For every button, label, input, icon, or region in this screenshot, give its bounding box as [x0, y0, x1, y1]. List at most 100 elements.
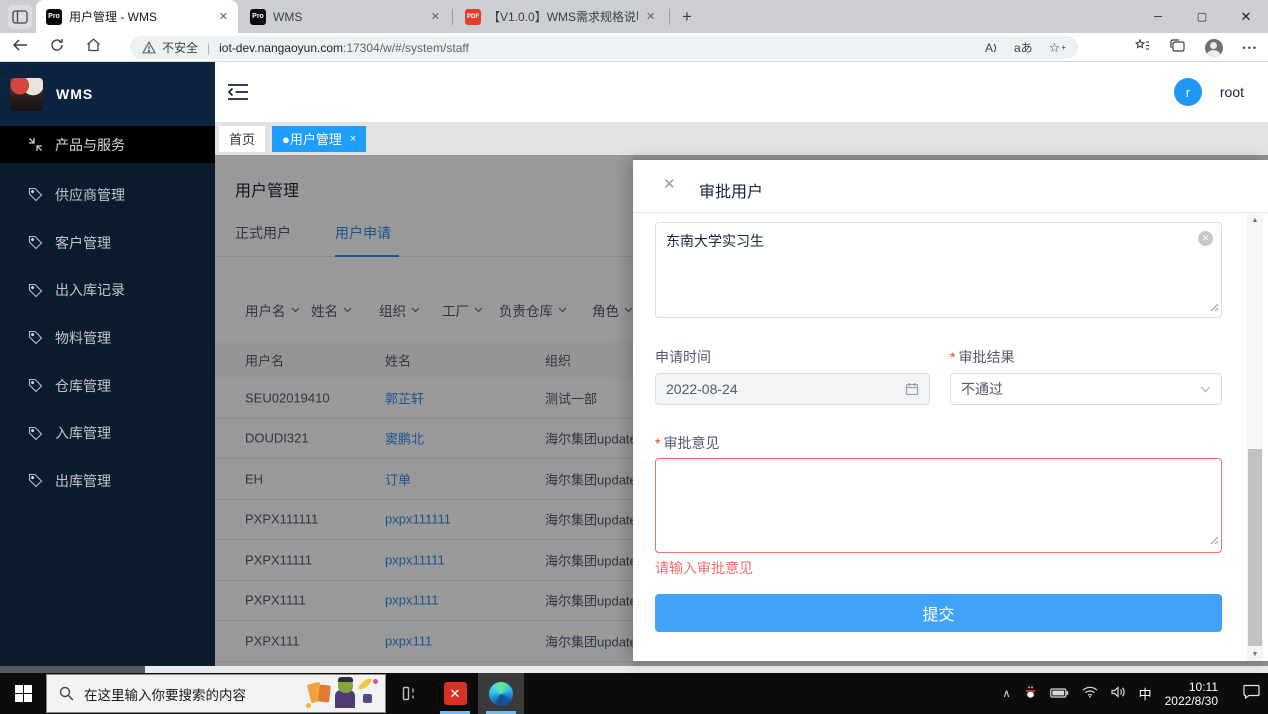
tray-expand-icon[interactable]: ∧ [1003, 687, 1011, 700]
tab-close-icon[interactable]: ✕ [219, 10, 228, 23]
chevron-down-icon [1200, 386, 1211, 393]
sidebar-item-outbound[interactable]: 出库管理 [0, 457, 215, 505]
description-textarea[interactable]: 东南大学实习生 ✕ [655, 222, 1222, 318]
sidebar-item-warehouses[interactable]: 仓库管理 [0, 362, 215, 410]
app-window-icon[interactable] [386, 673, 432, 714]
main-content: 用户管理 正式用户 用户申请 用户名 姓名 组织 工厂 负责仓库 角色 用户名 … [215, 155, 1268, 666]
shrink-icon [28, 137, 43, 152]
result-select[interactable]: 不通过 [950, 373, 1222, 405]
tag-icon [28, 330, 43, 345]
tab-actions-icon [12, 10, 28, 24]
clear-input-icon[interactable]: ✕ [1198, 231, 1213, 246]
close-window-button[interactable]: ✕ [1224, 0, 1268, 33]
translate-icon[interactable]: aあ [1014, 39, 1033, 56]
calendar-icon [905, 382, 919, 396]
result-label: *审批结果 [950, 347, 1014, 367]
sidebar-item-materials[interactable]: 物料管理 [0, 314, 215, 362]
sidebar-item-label: 出库管理 [55, 471, 111, 491]
scrollbar-thumb[interactable] [1248, 449, 1262, 646]
scroll-up-icon[interactable]: ▲ [1247, 213, 1263, 227]
security-label[interactable]: 不安全 [162, 39, 198, 56]
tab-divider [669, 9, 670, 25]
sidebar-item-label: 供应商管理 [55, 185, 125, 205]
tag-icon [28, 378, 43, 393]
sidebar-item-label: 入库管理 [55, 423, 111, 443]
browser-menu-icon[interactable]: ••• [1243, 43, 1258, 53]
tab-title: 【V1.0.0】WMS需求规格说明书 [488, 8, 638, 25]
window-controls: ─ ▢ ✕ [1136, 0, 1268, 33]
wifi-icon[interactable] [1082, 685, 1098, 703]
tag-icon [28, 473, 43, 488]
tag-icon [28, 283, 43, 298]
edge-browser-icon[interactable] [478, 673, 524, 714]
red-x-app-icon[interactable]: ✕ [432, 673, 478, 714]
collections-icon[interactable] [1170, 39, 1185, 57]
opinion-label: *审批意见 [655, 433, 719, 453]
app-logo-text: WMS [56, 86, 93, 102]
restore-button[interactable]: ▢ [1180, 0, 1224, 33]
browser-tab[interactable]: PDF 【V1.0.0】WMS需求规格说明书 ✕ [455, 0, 667, 33]
horizontal-scrollbar[interactable] [0, 666, 1268, 673]
opinion-textarea[interactable] [655, 458, 1222, 553]
drawer-close-icon[interactable]: ✕ [663, 177, 676, 192]
add-favorite-icon[interactable]: ☆+ [1049, 40, 1066, 56]
ime-indicator[interactable]: 中 [1139, 684, 1152, 703]
sidebar-item-customers[interactable]: 客户管理 [0, 219, 215, 267]
browser-profile-avatar[interactable] [1205, 39, 1223, 57]
tray-date: 2022/8/30 [1165, 694, 1218, 708]
tab-close-icon[interactable]: × [350, 133, 356, 145]
browser-toolbar: 不安全 | iot-dev.nangaoyun.com:17304/w/#/sy… [0, 33, 1268, 62]
tab-actions-menu-button[interactable] [8, 5, 32, 29]
taskbar-search-box[interactable]: 在这里输入你要搜索的内容 [46, 674, 386, 713]
user-avatar[interactable]: r [1174, 78, 1202, 106]
tab-close-icon[interactable]: ✕ [431, 10, 440, 23]
address-bar[interactable]: 不安全 | iot-dev.nangaoyun.com:17304/w/#/sy… [130, 36, 1078, 59]
taskbar-clock[interactable]: 10:11 2022/8/30 [1165, 680, 1218, 708]
description-value: 东南大学实习生 [666, 233, 764, 249]
tab-user-management[interactable]: ●用户管理 × [272, 126, 366, 152]
favorites-hub-icon[interactable] [1135, 39, 1150, 57]
back-button[interactable] [12, 38, 28, 57]
username-label[interactable]: root [1220, 84, 1244, 100]
sidebar-item-suppliers[interactable]: 供应商管理 [0, 171, 215, 219]
search-highlights-illustration[interactable] [305, 676, 383, 711]
page-tabstrip: 首页 ●用户管理 × [215, 122, 1268, 155]
browser-tab[interactable]: Pro WMS ✕ [240, 0, 450, 33]
drawer-header: ✕ 审批用户 [633, 160, 1268, 213]
sidebar-item-inout-records[interactable]: 出入库记录 [0, 266, 215, 314]
new-tab-button[interactable]: + [682, 7, 692, 27]
sidebar-item-label: 仓库管理 [55, 376, 111, 396]
battery-icon[interactable] [1050, 685, 1069, 703]
sidebar-fold-icon[interactable] [227, 83, 249, 106]
apply-time-input[interactable]: 2022-08-24 [655, 373, 930, 405]
minimize-button[interactable]: ─ [1136, 0, 1180, 33]
tray-time: 10:11 [1165, 680, 1218, 694]
scroll-down-icon[interactable]: ▼ [1247, 647, 1263, 661]
search-placeholder: 在这里输入你要搜索的内容 [84, 684, 246, 704]
browser-tab-active[interactable]: Pro 用户管理 - WMS ✕ [36, 0, 238, 33]
read-aloud-icon[interactable]: A [985, 41, 998, 55]
resize-handle-icon[interactable] [1209, 532, 1219, 550]
volume-icon[interactable] [1111, 685, 1126, 703]
result-value: 不通过 [961, 379, 1200, 399]
sidebar-menu: 供应商管理 客户管理 出入库记录 物料管理 仓库管理 入库管理 [0, 171, 215, 505]
start-button[interactable] [0, 673, 46, 714]
sidebar-item-products[interactable]: 产品与服务 [0, 126, 215, 163]
pdf-favicon: PDF [465, 9, 481, 25]
notification-center-icon[interactable] [1243, 684, 1260, 704]
refresh-button[interactable] [50, 38, 64, 57]
tab-close-icon[interactable]: ✕ [646, 10, 655, 23]
resize-handle-icon[interactable] [1209, 299, 1219, 315]
browser-titlebar: Pro 用户管理 - WMS ✕ Pro WMS ✕ PDF 【V1.0.0】W… [0, 0, 1268, 33]
tab-title: 用户管理 - WMS [69, 8, 211, 25]
submit-button[interactable]: 提交 [655, 594, 1222, 632]
drawer-title: 审批用户 [699, 178, 763, 202]
sidebar-item-inbound[interactable]: 入库管理 [0, 409, 215, 457]
qq-tray-icon[interactable] [1024, 683, 1037, 704]
user-avatar-image [10, 78, 43, 111]
drawer-scrollbar[interactable]: ▲ ▼ [1247, 213, 1263, 661]
home-button[interactable] [86, 38, 101, 57]
tab-home[interactable]: 首页 [219, 126, 265, 152]
horizontal-scrollbar-thumb[interactable] [0, 666, 145, 673]
sidebar-item-label: 客户管理 [55, 233, 111, 253]
